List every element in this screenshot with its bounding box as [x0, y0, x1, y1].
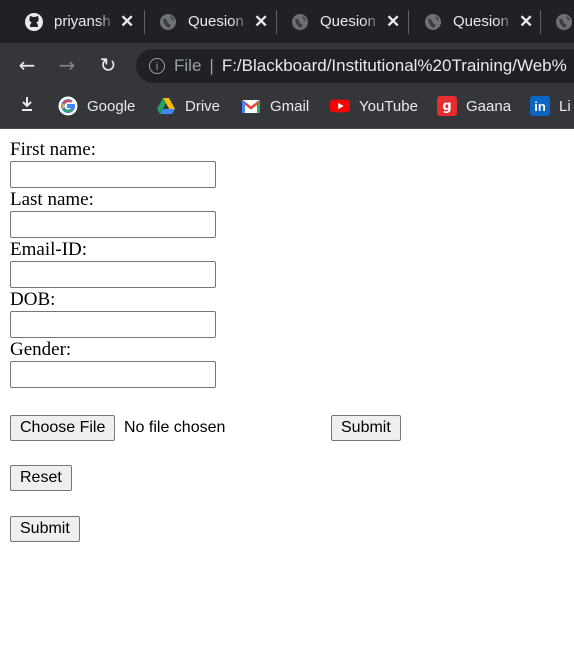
reload-button[interactable]: ↻ [95, 52, 121, 78]
tab-separator [540, 10, 541, 34]
url-separator: | [209, 56, 214, 75]
tab-title: priyansh [54, 13, 111, 30]
close-icon[interactable]: ✕ [254, 12, 268, 32]
tab-title: Quesion [320, 13, 376, 30]
email-field[interactable] [10, 261, 216, 288]
google-icon [58, 96, 78, 116]
last-name-field[interactable] [10, 211, 216, 238]
bookmark-drive[interactable]: Drive [156, 87, 220, 125]
file-status-text: No file chosen [124, 419, 226, 436]
bookmark-linkedin[interactable]: in Li [530, 87, 571, 125]
close-icon[interactable]: ✕ [386, 12, 400, 32]
tab-github[interactable]: priyansh ✕ [24, 0, 134, 43]
gmail-icon [241, 96, 261, 116]
globe-icon [290, 12, 310, 32]
reset-button[interactable]: Reset [10, 465, 72, 491]
tab-partial[interactable] [554, 0, 574, 43]
forward-button[interactable]: → [54, 52, 80, 78]
tab-quesion-3[interactable]: Quesion ✕ [423, 0, 533, 43]
linkedin-icon: in [530, 96, 550, 116]
bookmark-label: Drive [185, 97, 221, 115]
gender-field[interactable] [10, 361, 216, 388]
last-name-label: Last name: [10, 189, 94, 210]
reload-icon: ↻ [99, 53, 117, 77]
close-icon[interactable]: ✕ [120, 12, 134, 32]
url-scheme: File [174, 56, 202, 75]
globe-icon [158, 12, 178, 32]
youtube-icon [330, 96, 350, 116]
bookmark-label: Gmail [270, 97, 310, 115]
dob-field[interactable] [10, 311, 216, 338]
downloads-bookmark[interactable] [18, 87, 36, 125]
tab-separator [408, 10, 409, 34]
bookmark-label: YouTube [359, 97, 418, 115]
browser-toolbar: ← → ↻ i File | F:/Blackboard/Institution… [0, 43, 574, 87]
tab-separator [276, 10, 277, 34]
info-icon[interactable]: i [149, 58, 165, 74]
registration-form: First name: Last name: Email-ID: DOB: Ge… [10, 139, 216, 389]
github-icon [24, 12, 44, 32]
submit-button[interactable]: Submit [10, 516, 80, 542]
bookmark-youtube[interactable]: YouTube [330, 87, 418, 125]
gaana-icon: g [437, 96, 457, 116]
globe-icon [554, 12, 574, 32]
close-icon[interactable]: ✕ [519, 12, 533, 32]
dob-label: DOB: [10, 289, 56, 310]
first-name-label: First name: [10, 139, 97, 160]
bookmark-google[interactable]: Google [58, 87, 135, 125]
tab-quesion-2[interactable]: Quesion ✕ [290, 0, 400, 43]
globe-icon [423, 12, 443, 32]
url-text: F:/Blackboard/Institutional%20Training/W… [221, 56, 567, 75]
tab-title: Quesion [188, 13, 244, 30]
email-label: Email-ID: [10, 239, 88, 260]
bookmark-gmail[interactable]: Gmail [241, 87, 309, 125]
back-arrow-icon: ← [18, 53, 36, 77]
bookmark-label: Li [559, 97, 571, 115]
bookmarks-bar: Google Drive Gmail YouTube g Gaana in Li [0, 87, 574, 129]
bookmark-label: Gaana [466, 97, 512, 115]
choose-file-button[interactable]: Choose File [10, 415, 116, 441]
bookmark-label: Google [87, 97, 136, 115]
download-icon [18, 95, 36, 117]
tab-title: Quesion [453, 13, 509, 30]
back-button[interactable]: ← [14, 52, 40, 78]
gender-label: Gender: [10, 339, 72, 360]
first-name-field[interactable] [10, 161, 216, 188]
submit-button-file[interactable]: Submit [331, 415, 401, 441]
drive-icon [156, 96, 176, 116]
forward-arrow-icon: → [58, 53, 76, 77]
tab-strip: priyansh ✕ Quesion ✕ Quesion ✕ Quesion ✕ [0, 0, 574, 43]
address-bar[interactable]: i File | F:/Blackboard/Institutional%20T… [136, 49, 574, 83]
tab-separator [144, 10, 145, 34]
tab-quesion-1[interactable]: Quesion ✕ [158, 0, 268, 43]
bookmark-gaana[interactable]: g Gaana [437, 87, 511, 125]
